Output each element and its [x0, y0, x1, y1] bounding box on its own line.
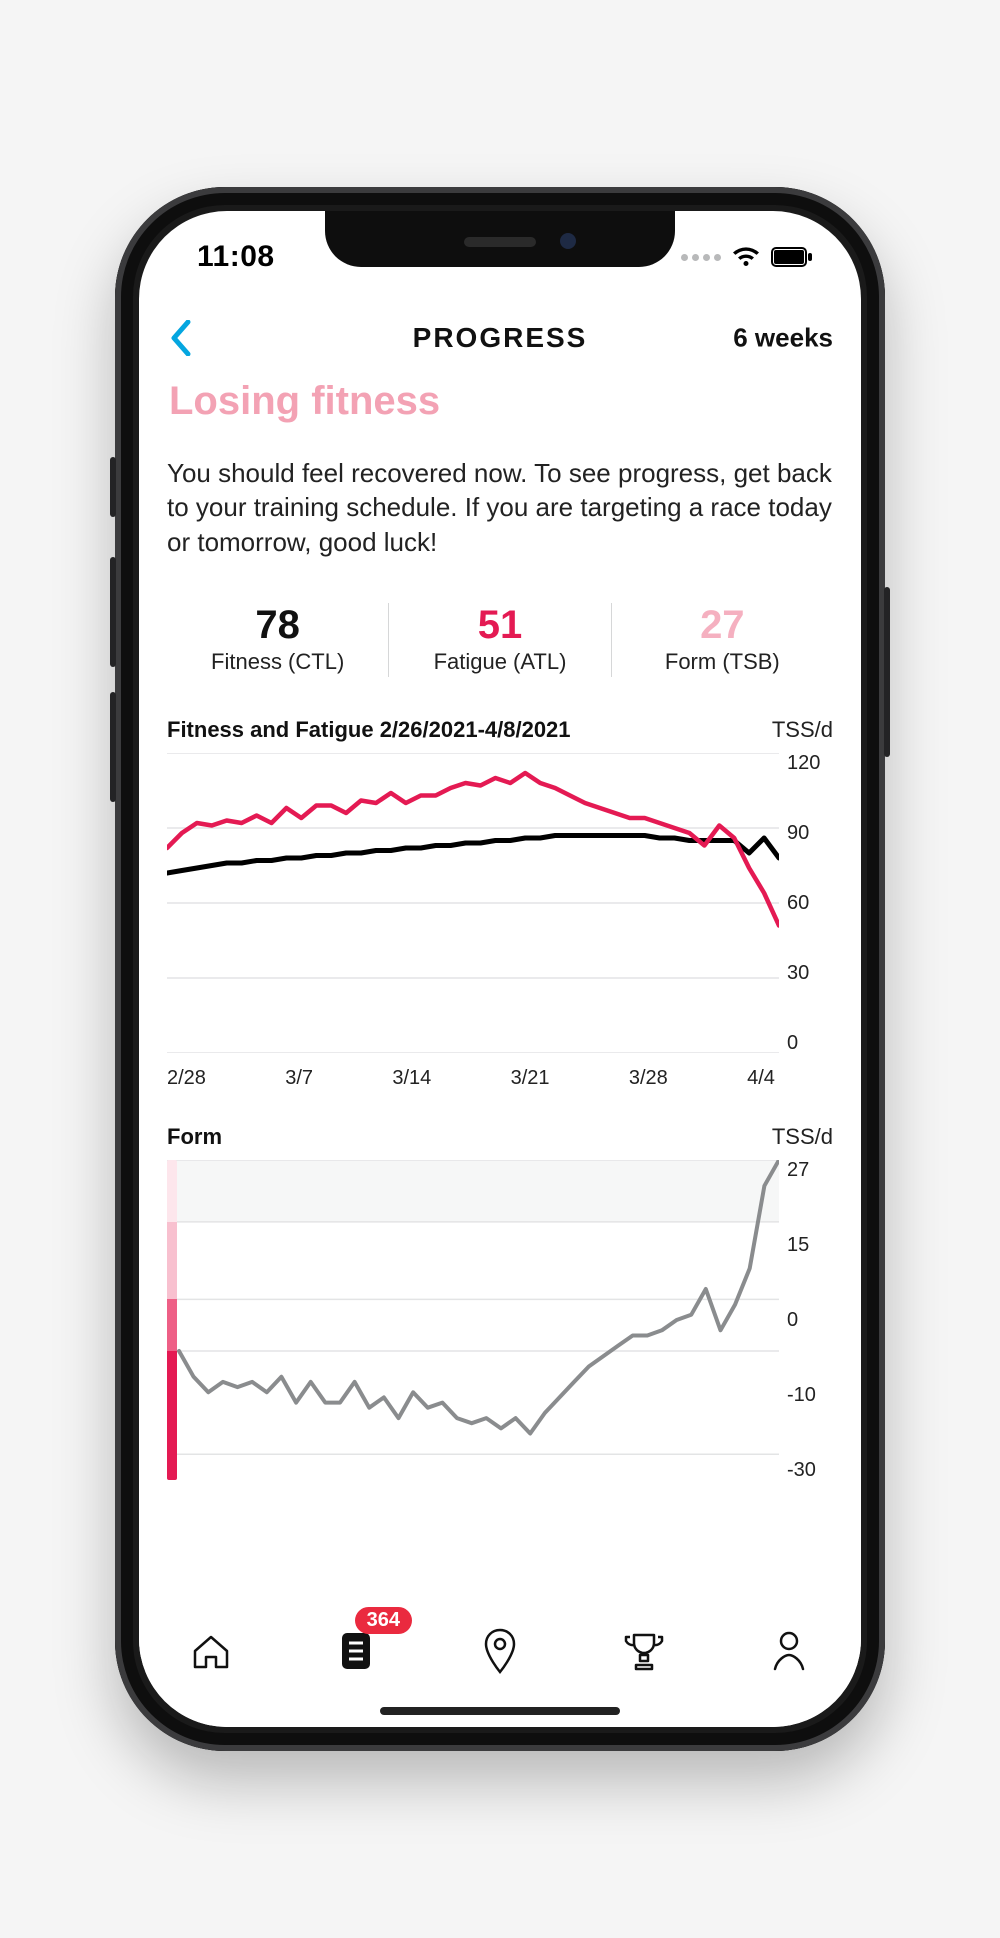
ytick-label: 27 — [787, 1160, 809, 1180]
chart1-title: Fitness and Fatigue 2/26/2021-4/8/2021 — [167, 717, 571, 743]
ytick-label: 0 — [787, 1033, 798, 1053]
chart1-plot — [167, 753, 779, 1053]
xtick-label: 3/14 — [392, 1067, 431, 1090]
feed-icon — [336, 1629, 376, 1673]
ytick-label: -30 — [787, 1460, 816, 1480]
chart1-xaxis: 2/28 3/7 3/14 3/21 3/28 4/4 — [167, 1067, 779, 1090]
battery-icon — [771, 247, 813, 267]
xtick-label: 3/21 — [511, 1067, 550, 1090]
xtick-label: 2/28 — [167, 1067, 206, 1090]
wifi-icon — [731, 246, 761, 268]
feed-badge: 364 — [355, 1607, 412, 1634]
metric-fatigue-label: Fatigue (ATL) — [397, 649, 602, 675]
tab-home[interactable] — [176, 1619, 246, 1683]
time-range-selector[interactable]: 6 weeks — [733, 323, 833, 354]
profile-icon — [769, 1629, 809, 1673]
volume-down-button — [110, 692, 116, 802]
metric-form-label: Form (TSB) — [620, 649, 825, 675]
form-zone-strip — [167, 1160, 177, 1480]
chart1-yunit: TSS/d — [772, 717, 833, 743]
ytick-label: 60 — [787, 893, 809, 913]
trophy-icon — [622, 1629, 666, 1673]
home-indicator — [380, 1707, 620, 1715]
metric-fitness-value: 78 — [175, 605, 380, 645]
tab-challenges[interactable] — [609, 1619, 679, 1683]
pin-icon — [482, 1628, 518, 1674]
ytick-label: 15 — [787, 1235, 809, 1255]
chart-form[interactable]: Form TSS/d 27 15 0 -10 -30 — [167, 1124, 833, 1480]
content: Losing fitness You should feel recovered… — [139, 379, 861, 1488]
page-title: PROGRESS — [413, 322, 588, 354]
chart2-title: Form — [167, 1124, 222, 1150]
ytick-label: 120 — [787, 753, 820, 773]
side-button — [110, 457, 116, 517]
nav-header: PROGRESS 6 weeks — [139, 303, 861, 373]
metric-fitness-label: Fitness (CTL) — [175, 649, 380, 675]
xtick-label: 3/7 — [285, 1067, 313, 1090]
metric-form[interactable]: 27 Form (TSB) — [612, 599, 833, 681]
phone-frame: 11:08 PROGRESS 6 weeks — [115, 187, 885, 1751]
tab-explore[interactable] — [465, 1619, 535, 1683]
ytick-label: 30 — [787, 963, 809, 983]
metric-form-value: 27 — [620, 605, 825, 645]
metrics-row: 78 Fitness (CTL) 51 Fatigue (ATL) 27 For… — [167, 599, 833, 681]
ytick-label: -10 — [787, 1385, 816, 1405]
ytick-label: 90 — [787, 823, 809, 843]
tab-profile[interactable] — [754, 1619, 824, 1683]
status-indicators — [681, 246, 813, 268]
screen: 11:08 PROGRESS 6 weeks — [139, 211, 861, 1727]
metric-fatigue-value: 51 — [397, 605, 602, 645]
metric-fitness[interactable]: 78 Fitness (CTL) — [167, 599, 388, 681]
xtick-label: 3/28 — [629, 1067, 668, 1090]
cellular-dots-icon — [681, 254, 721, 261]
chart2-yunit: TSS/d — [772, 1124, 833, 1150]
volume-up-button — [110, 557, 116, 667]
chart-fitness-fatigue[interactable]: Fitness and Fatigue 2/26/2021-4/8/2021 T… — [167, 717, 833, 1090]
power-button — [884, 587, 890, 757]
ytick-label: 0 — [787, 1310, 798, 1330]
home-icon — [189, 1629, 233, 1673]
back-button[interactable] — [159, 316, 203, 360]
tab-bar: 364 — [139, 1599, 861, 1727]
status-time: 11:08 — [197, 240, 275, 274]
xtick-label: 4/4 — [747, 1067, 775, 1090]
metric-fatigue[interactable]: 51 Fatigue (ATL) — [389, 599, 610, 681]
fitness-status-description: You should feel recovered now. To see pr… — [167, 456, 833, 559]
notch — [325, 211, 675, 267]
chart2-plot — [167, 1160, 779, 1480]
chart2-yaxis: 27 15 0 -10 -30 — [779, 1160, 833, 1480]
fitness-status-heading: Losing fitness — [169, 379, 833, 424]
chart1-yaxis: 120 90 60 30 0 — [779, 753, 833, 1053]
tab-feed[interactable]: 364 — [321, 1619, 391, 1683]
